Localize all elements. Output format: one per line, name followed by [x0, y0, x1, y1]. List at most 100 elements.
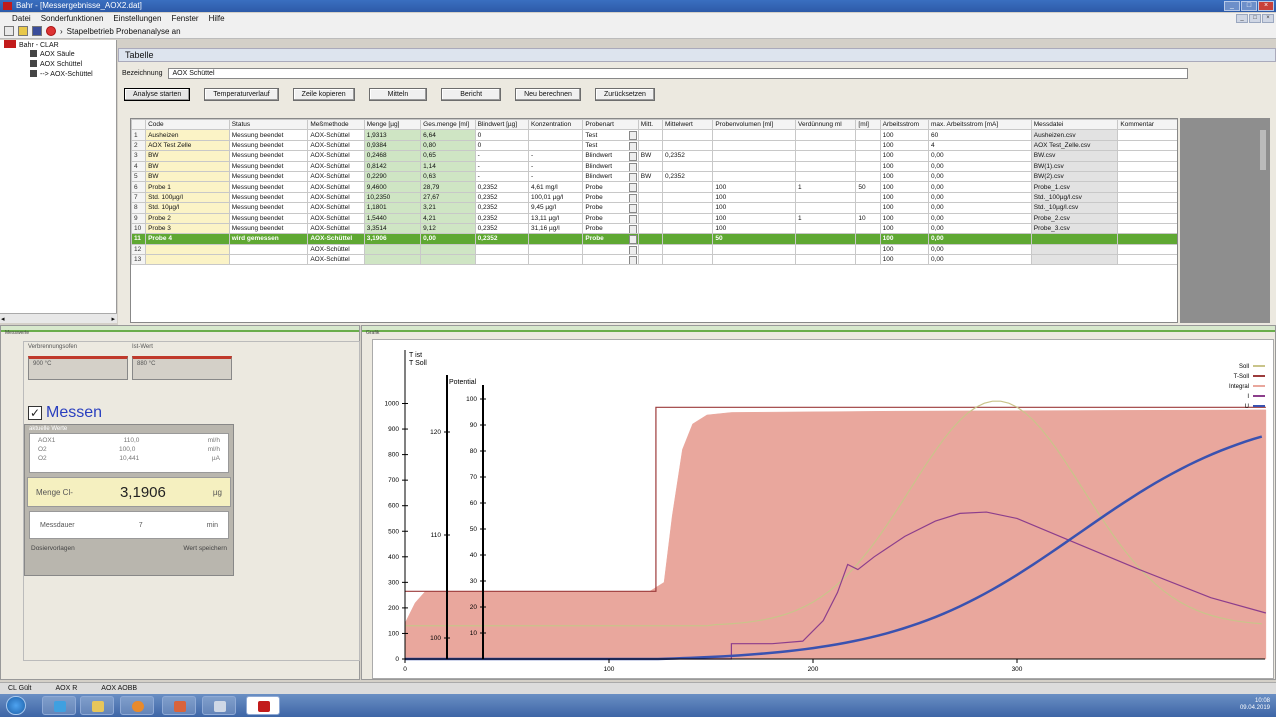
table-cell[interactable] — [661, 160, 714, 172]
table-cell[interactable]: Std. 100µg/l — [145, 191, 230, 204]
table-cell[interactable]: 0,00 — [927, 160, 1032, 172]
table-cell[interactable] — [1030, 243, 1119, 256]
table-cell[interactable]: AOX-Schüttel — [307, 129, 365, 141]
table-cell[interactable]: 0,00 — [927, 233, 1032, 245]
table-cell[interactable] — [527, 139, 584, 152]
stop-icon[interactable] — [46, 26, 56, 36]
column-header[interactable]: Messdatei — [1030, 119, 1119, 131]
table-cell[interactable]: AOX-Schüttel — [307, 170, 365, 183]
table-cell[interactable] — [1117, 181, 1177, 193]
report-button[interactable]: Bericht — [441, 88, 502, 101]
table-cell[interactable]: BW — [145, 170, 230, 183]
table-cell[interactable]: 100 — [712, 202, 796, 214]
column-header[interactable]: Meßmethode — [307, 119, 365, 131]
table-cell[interactable] — [661, 222, 714, 235]
table-cell[interactable]: 6 — [131, 181, 147, 193]
table-cell[interactable]: 4 — [131, 160, 147, 172]
table-cell[interactable] — [637, 202, 663, 214]
table-cell[interactable]: 31,16 µg/l — [527, 222, 584, 235]
table-cell[interactable]: Blindwert — [582, 160, 639, 172]
table-cell[interactable]: 0,8142 — [363, 160, 422, 172]
tree-item[interactable]: --> AOX-Schüttel — [0, 70, 116, 80]
table-cell[interactable]: Ausheizen.csv — [1030, 129, 1119, 141]
table-cell[interactable]: AOX-Schüttel — [307, 160, 365, 172]
table-cell[interactable]: 6,64 — [420, 129, 476, 141]
table-cell[interactable]: AOX Test Zelle — [145, 139, 230, 152]
table-cell[interactable]: 9,4600 — [363, 181, 422, 193]
table-row[interactable]: 4 BW Messung beendet AOX-Schüttel 0,8142 1,14… — [131, 160, 1177, 172]
table-cell[interactable] — [855, 222, 881, 235]
table-cell[interactable] — [1117, 139, 1177, 152]
table-cell[interactable]: Messung beendet — [228, 139, 309, 152]
column-header[interactable]: [ml] — [855, 119, 881, 131]
table-cell[interactable]: 60 — [927, 129, 1032, 141]
table-cell[interactable]: 50 — [855, 181, 881, 193]
table-cell[interactable] — [661, 202, 714, 214]
table-cell[interactable]: 100 — [879, 160, 929, 172]
table-cell[interactable]: AOX-Schüttel — [307, 243, 365, 256]
table-cell[interactable] — [794, 129, 857, 141]
table-cell[interactable] — [363, 254, 422, 266]
table-cell[interactable]: 0,2352 — [474, 202, 529, 214]
table-cell[interactable] — [794, 233, 857, 245]
table-cell[interactable]: Messung beendet — [228, 150, 309, 162]
table-cell[interactable] — [1030, 233, 1119, 245]
minimize-button[interactable]: _ — [1224, 1, 1240, 11]
table-cell[interactable] — [661, 139, 714, 152]
table-cell[interactable]: 13 — [131, 254, 147, 266]
table-cell[interactable]: 9,45 µg/l — [527, 202, 584, 214]
table-cell[interactable]: Messung beendet — [228, 129, 309, 141]
table-cell[interactable] — [1117, 202, 1177, 214]
copy-row-button[interactable]: Zeile kopieren — [292, 88, 355, 101]
table-cell[interactable]: 0,2352 — [474, 212, 529, 224]
column-header[interactable]: Konzentration — [527, 119, 584, 131]
table-cell[interactable]: 1 — [794, 212, 857, 224]
table-cell[interactable] — [794, 139, 857, 152]
table-cell[interactable] — [228, 243, 309, 256]
status-item[interactable]: AOX AOBB — [101, 683, 137, 694]
table-cell[interactable] — [855, 191, 881, 204]
table-cell[interactable] — [420, 243, 476, 256]
table-row[interactable]: 10 Probe 3 Messung beendet AOX-Schüttel 3,35… — [131, 222, 1177, 235]
table-cell[interactable]: 1 — [794, 181, 857, 193]
table-cell[interactable]: - — [474, 150, 529, 162]
table-cell[interactable]: 0,00 — [927, 170, 1032, 183]
table-cell[interactable]: Probe 3 — [145, 222, 230, 235]
table-cell[interactable] — [855, 233, 881, 245]
table-cell[interactable] — [855, 202, 881, 214]
table-cell[interactable]: 0,00 — [927, 243, 1032, 256]
table-cell[interactable]: AOX-Schüttel — [307, 212, 365, 224]
table-row[interactable]: 3 BW Messung beendet AOX-Schüttel 0,2468 0,65… — [131, 150, 1177, 162]
table-cell[interactable] — [637, 243, 663, 256]
table-cell[interactable] — [794, 170, 857, 183]
table-cell[interactable]: BW.csv — [1030, 150, 1119, 162]
table-cell[interactable] — [855, 139, 881, 152]
table-cell[interactable]: 100 — [712, 191, 796, 204]
table-cell[interactable]: Probe_3.csv — [1030, 222, 1119, 235]
table-row[interactable]: 11 Probe 4 wird gemessen AOX-Schüttel 3,1906… — [131, 233, 1177, 245]
table-row[interactable]: 6 Probe 1 Messung beendet AOX-Schüttel 9,460… — [131, 181, 1177, 193]
average-button[interactable]: Mitteln — [368, 88, 428, 101]
table-cell[interactable] — [712, 243, 796, 256]
table-cell[interactable]: 50 — [712, 233, 796, 245]
table-cell[interactable] — [661, 129, 714, 141]
table-row[interactable]: 13 AOX-Schüttel 100 0,00 — [131, 254, 1177, 266]
table-cell[interactable]: Messung beendet — [228, 160, 309, 172]
table-cell[interactable]: Std._10µg/l.csv — [1030, 202, 1119, 214]
table-cell[interactable] — [637, 233, 663, 245]
table-cell[interactable] — [794, 243, 857, 256]
table-cell[interactable] — [363, 243, 422, 256]
table-cell[interactable]: 11 — [131, 233, 147, 245]
table-cell[interactable] — [582, 254, 639, 266]
column-header[interactable]: Code — [145, 119, 230, 131]
table-cell[interactable]: 100,01 µg/l — [527, 191, 584, 204]
column-header[interactable]: Verdünnung ml — [794, 119, 857, 131]
scroll-left-icon[interactable]: ◂ — [1, 315, 5, 323]
table-cell[interactable]: AOX-Schüttel — [307, 139, 365, 152]
table-cell[interactable] — [637, 191, 663, 204]
table-cell[interactable] — [527, 243, 584, 256]
table-cell[interactable]: 100 — [879, 254, 929, 266]
table-cell[interactable]: Std._100µg/l.csv — [1030, 191, 1119, 204]
scroll-thumb[interactable] — [1260, 130, 1266, 170]
table-cell[interactable]: - — [527, 150, 584, 162]
